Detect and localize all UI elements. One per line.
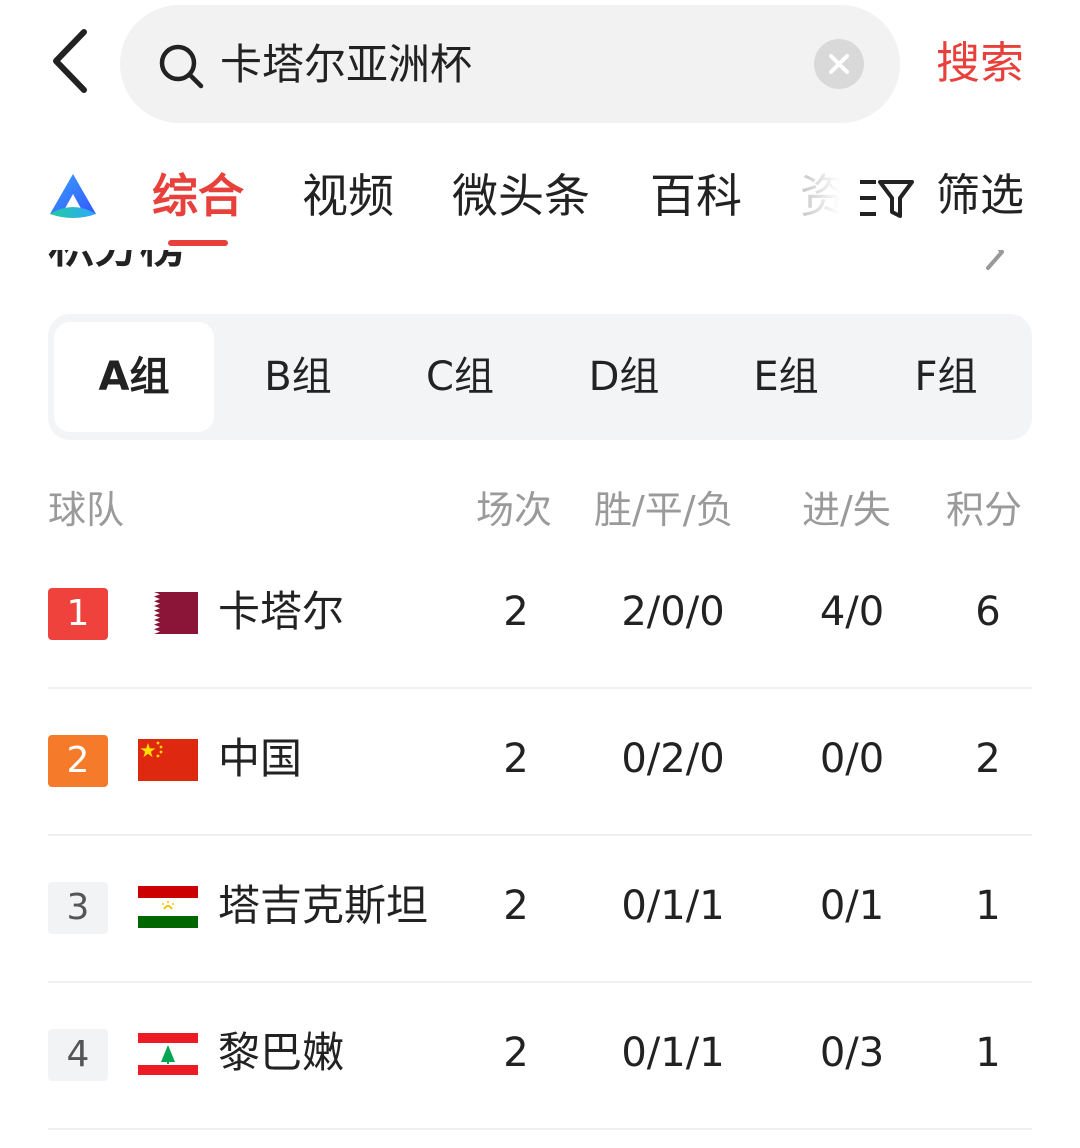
played-cell: 2 — [503, 589, 529, 635]
tab-micro-headlines[interactable]: 微头条 — [452, 166, 590, 226]
section-title: 积分榜 — [48, 250, 186, 274]
search-results-page: 卡塔尔亚洲杯 搜索 综合 视频 微头条 百科 资 — [0, 0, 1080, 1148]
filter-button[interactable]: 筛选 — [936, 166, 1024, 226]
ai-assistant-logo-icon[interactable] — [46, 170, 100, 220]
qatar-flag-icon — [138, 592, 198, 634]
rank-badge: 2 — [48, 735, 108, 787]
rank-badge: 4 — [48, 1029, 108, 1081]
header-played: 场次 — [476, 488, 553, 532]
group-tab-b[interactable]: B组 — [218, 322, 378, 432]
group-tab-c[interactable]: C组 — [380, 322, 540, 432]
team-name: 中国 — [218, 734, 303, 783]
header-team: 球队 — [48, 488, 125, 532]
points-cell: 2 — [975, 736, 1001, 782]
team-name: 塔吉克斯坦 — [218, 881, 429, 930]
section-header: 积分榜 — [0, 250, 1080, 274]
rank-badge: 3 — [48, 882, 108, 934]
team-name: 卡塔尔 — [218, 587, 345, 636]
table-row[interactable]: 2 中国 2 0/2/0 0/0 2 — [0, 687, 1080, 833]
points-cell: 1 — [975, 1030, 1001, 1076]
played-cell: 2 — [503, 1030, 529, 1076]
wdl-cell: 0/1/1 — [621, 883, 725, 929]
tab-video[interactable]: 视频 — [302, 166, 394, 226]
played-cell: 2 — [503, 883, 529, 929]
tab-comprehensive[interactable]: 综合 — [152, 166, 244, 226]
tajikistan-flag-icon — [138, 886, 198, 928]
group-selector: A组 B组 C组 D组 E组 F组 — [48, 314, 1032, 440]
back-icon[interactable] — [40, 26, 100, 96]
header-points: 积分 — [946, 488, 1023, 532]
goals-cell: 0/0 — [819, 736, 885, 782]
group-tab-e[interactable]: E组 — [706, 322, 866, 432]
wdl-cell: 0/2/0 — [621, 736, 725, 782]
group-tab-a[interactable]: A组 — [54, 322, 214, 432]
search-box[interactable]: 卡塔尔亚洲杯 — [120, 5, 900, 123]
header-wdl: 胜/平/负 — [594, 488, 734, 532]
points-cell: 6 — [975, 589, 1001, 635]
team-name: 黎巴嫩 — [218, 1028, 345, 1077]
lebanon-flag-icon — [138, 1033, 198, 1075]
china-flag-icon — [138, 739, 198, 781]
header-goals: 进/失 — [802, 488, 891, 532]
group-tab-f[interactable]: F组 — [866, 322, 1026, 432]
rank-badge: 1 — [48, 588, 108, 640]
played-cell: 2 — [503, 736, 529, 782]
table-row[interactable]: 4 黎巴嫩 2 0/1/1 0/3 1 — [0, 981, 1080, 1127]
group-tab-d[interactable]: D组 — [544, 322, 704, 432]
chevron-right-icon[interactable] — [984, 250, 1008, 272]
table-row[interactable]: 1 卡塔尔 2 2/0/0 4/0 6 — [0, 540, 1080, 686]
goals-cell: 4/0 — [819, 589, 885, 635]
wdl-cell: 0/1/1 — [621, 1030, 725, 1076]
search-input[interactable]: 卡塔尔亚洲杯 — [220, 39, 472, 91]
active-tab-indicator — [168, 240, 228, 246]
tab-encyclopedia[interactable]: 百科 — [650, 166, 742, 226]
goals-cell: 0/3 — [819, 1030, 885, 1076]
goals-cell: 0/1 — [819, 883, 885, 929]
clear-icon[interactable] — [814, 39, 864, 89]
filter-icon[interactable] — [858, 176, 914, 220]
points-cell: 1 — [975, 883, 1001, 929]
search-icon — [159, 44, 204, 89]
wdl-cell: 2/0/0 — [621, 589, 725, 635]
tab-overflow-fade — [770, 150, 870, 250]
table-row[interactable]: 3 塔吉克斯坦 2 0/1/1 0/1 1 — [0, 834, 1080, 980]
search-button[interactable]: 搜索 — [936, 36, 1024, 92]
row-divider — [48, 1128, 1032, 1130]
